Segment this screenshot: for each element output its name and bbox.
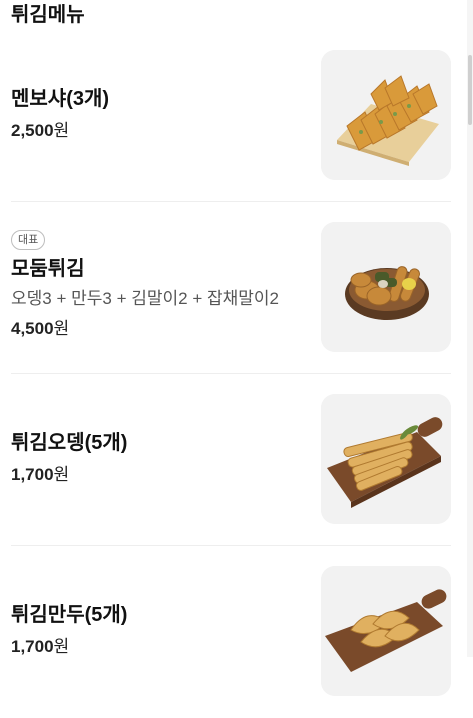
menu-item-desc: 오뎅3 + 만두3 + 김말이2 + 잡채말이2 xyxy=(11,289,279,308)
fried-dumpling-image xyxy=(321,566,451,696)
price-value: 1,700 xyxy=(11,465,54,484)
price-value: 4,500 xyxy=(11,319,54,338)
menu-item-name: 모둠튀김 xyxy=(11,258,85,280)
menu-item-price: 1,700원 xyxy=(11,464,127,486)
menu-item-text: 멘보샤(3개) 2,500원 xyxy=(11,86,109,142)
menu-item-name: 튀김오뎅(5개) xyxy=(11,432,128,454)
signature-badge: 대표 xyxy=(11,230,46,250)
menu-item-price: 1,700원 xyxy=(11,636,127,658)
section-title: 튀김메뉴 xyxy=(11,4,85,26)
price-currency: 원 xyxy=(53,121,70,140)
fried-fishcake-image xyxy=(321,394,451,524)
price-currency: 원 xyxy=(53,465,70,484)
scrollbar[interactable] xyxy=(467,0,473,657)
price-value: 1,700 xyxy=(11,637,54,656)
menu-item-name: 튀김만두(5개) xyxy=(11,604,128,626)
menu-item-menbosha[interactable]: 멘보샤(3개) 2,500원 xyxy=(11,30,451,202)
menu-item-price: 4,500원 xyxy=(11,318,279,340)
menu-item-price: 2,500원 xyxy=(11,120,109,142)
price-currency: 원 xyxy=(53,637,70,656)
menu-item-text: 튀김오뎅(5개) 1,700원 xyxy=(11,430,127,486)
price-currency: 원 xyxy=(53,319,70,338)
menu-item-mixed-fries[interactable]: 대표 모둠튀김 오뎅3 + 만두3 + 김말이2 + 잡채말이2 4,500원 xyxy=(11,202,451,374)
menu-item-text: 대표 모둠튀김 오뎅3 + 만두3 + 김말이2 + 잡채말이2 4,500원 xyxy=(11,230,279,340)
mixed-fries-image xyxy=(321,222,451,352)
menu-item-text: 튀김만두(5개) 1,700원 xyxy=(11,602,127,658)
price-value: 2,500 xyxy=(11,121,54,140)
menu-item-name: 멘보샤(3개) xyxy=(11,88,110,110)
menu-item-fried-dumpling[interactable]: 튀김만두(5개) 1,700원 xyxy=(11,546,451,718)
menbosha-image xyxy=(321,50,451,180)
scrollbar-thumb[interactable] xyxy=(468,55,472,125)
menu-item-fried-fishcake[interactable]: 튀김오뎅(5개) 1,700원 xyxy=(11,374,451,546)
